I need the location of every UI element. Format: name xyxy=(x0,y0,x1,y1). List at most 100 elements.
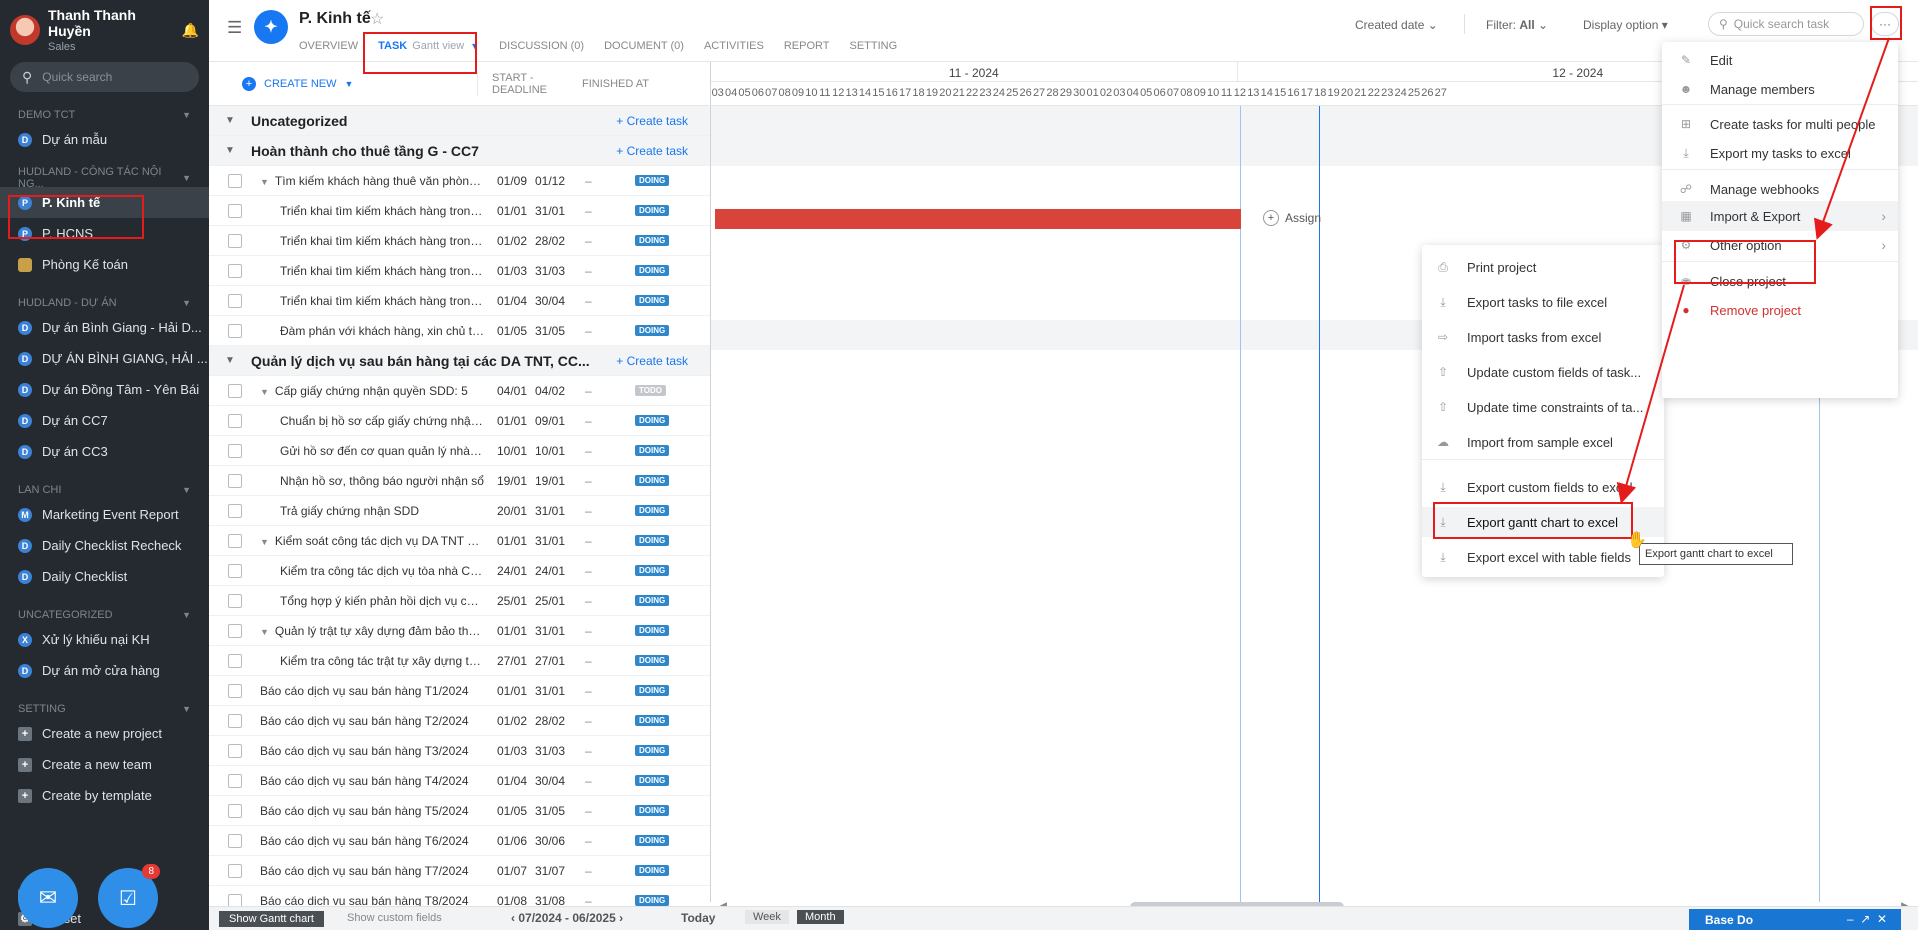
user-profile[interactable]: Thanh Thanh Huyền Sales 🔔 xyxy=(0,0,209,53)
sidebar-group-header[interactable]: SETTING ▼ xyxy=(0,700,209,718)
task-name[interactable]: Nhận hồ sơ, thông báo người nhận sổ xyxy=(260,474,485,488)
task-row[interactable]: Báo cáo dịch vụ sau bán hàng T7/2024 01/0… xyxy=(209,856,710,886)
menu-item[interactable]: ☻ Manage members xyxy=(1662,74,1898,104)
task-row[interactable]: ▼ Tìm kiếm khách hàng thuê văn phòng tại.… xyxy=(209,166,710,196)
task-row[interactable]: Chuẩn bị hồ sơ cấp giấy chứng nhận ... 01… xyxy=(209,406,710,436)
task-checkbox[interactable] xyxy=(228,443,242,458)
task-checkbox[interactable] xyxy=(228,653,242,668)
caret-down-icon[interactable]: ▼ xyxy=(225,355,239,366)
task-row[interactable]: Báo cáo dịch vụ sau bán hàng T5/2024 01/0… xyxy=(209,796,710,826)
task-checkbox[interactable] xyxy=(228,383,242,398)
status-badge[interactable]: DOING xyxy=(635,565,670,576)
task-row[interactable]: Kiểm tra công tác dịch vụ tòa nhà CC7 24/… xyxy=(209,556,710,586)
expand-icon[interactable]: ↗ xyxy=(1860,912,1870,926)
status-badge[interactable]: DOING xyxy=(635,775,670,786)
task-name[interactable]: Triển khai tìm kiếm khách hàng trong... xyxy=(260,234,485,248)
sidebar-item[interactable]: D Dự án mẫu xyxy=(0,124,209,155)
task-name[interactable]: Kiểm tra công tác trật tự xây dựng tạ... xyxy=(260,654,485,668)
task-name[interactable]: Triển khai tìm kiếm khách hàng trong... xyxy=(260,264,485,278)
status-badge[interactable]: DOING xyxy=(635,295,670,306)
task-checkbox[interactable] xyxy=(228,833,242,848)
task-name[interactable]: Báo cáo dịch vụ sau bán hàng T2/2024 xyxy=(260,714,485,728)
sidebar-item[interactable]: D DỰ ÁN BÌNH GIANG, HẢI ... xyxy=(0,343,209,374)
sidebar-group-header[interactable]: LAN CHI ▼ xyxy=(0,481,209,499)
task-name[interactable]: Trả giấy chứng nhận SDD xyxy=(260,504,485,518)
task-row[interactable]: ▼ Cấp giấy chứng nhận quyền SDD: 5 04/01 04… xyxy=(209,376,710,406)
sidebar-group-header[interactable]: UNCATEGORIZED ▼ xyxy=(0,606,209,624)
task-name[interactable]: ▼ Cấp giấy chứng nhận quyền SDD: 5 xyxy=(260,384,485,398)
star-icon[interactable]: ☆ xyxy=(370,9,384,29)
caret-down-icon[interactable]: ▼ xyxy=(182,173,191,183)
task-checkbox[interactable] xyxy=(228,773,242,788)
chat-panel-header[interactable]: Base Do – ↗ ✕ xyxy=(1689,909,1901,930)
task-name[interactable]: Đàm phán với khách hàng, xin chủ tr... xyxy=(260,324,485,338)
task-row[interactable]: Tổng hợp ý kiến phản hồi dịch vụ của... 2… xyxy=(209,586,710,616)
task-checkbox[interactable] xyxy=(228,293,242,308)
display-option-dropdown[interactable]: Display option ▾ xyxy=(1583,18,1668,32)
window-controls[interactable]: – ↗ ✕ xyxy=(1847,912,1887,926)
submenu-item[interactable]: ⤓ Export custom fields to excel xyxy=(1422,472,1664,502)
task-row[interactable]: ▼ Kiểm soát công tác dịch vụ DA TNT CC7 01… xyxy=(209,526,710,556)
task-name[interactable]: ▼ Quản lý trật tự xây dựng đảm bảo thực h… xyxy=(260,624,485,638)
bell-icon[interactable]: 🔔 xyxy=(182,22,199,39)
tab-overview[interactable]: OVERVIEW xyxy=(299,40,358,52)
sidebar-item[interactable]: D Dự án Bình Giang - Hải D... xyxy=(0,312,209,343)
task-checkbox[interactable] xyxy=(228,233,242,248)
sidebar-item[interactable]: D Daily Checklist xyxy=(0,561,209,592)
caret-down-icon[interactable]: ▼ xyxy=(182,110,191,120)
menu-icon[interactable]: ☰ xyxy=(227,18,242,38)
menu-item[interactable]: ✎ Edit xyxy=(1662,45,1898,75)
status-badge[interactable]: DOING xyxy=(635,715,670,726)
task-row[interactable]: ▼ Quản lý trật tự xây dựng đảm bảo thực h… xyxy=(209,616,710,646)
task-checkbox[interactable] xyxy=(228,173,242,188)
task-checkbox[interactable] xyxy=(228,203,242,218)
caret-down-icon[interactable]: ▼ xyxy=(225,115,239,126)
task-row[interactable]: Báo cáo dịch vụ sau bán hàng T1/2024 01/0… xyxy=(209,676,710,706)
task-checkbox[interactable] xyxy=(228,863,242,878)
status-badge[interactable]: DOING xyxy=(635,205,670,216)
sidebar-item[interactable]: X Xử lý khiếu nại KH xyxy=(0,624,209,655)
tab-document[interactable]: DOCUMENT (0) xyxy=(604,40,684,52)
task-name[interactable]: Triển khai tìm kiếm khách hàng trong... xyxy=(260,294,485,308)
chevron-left-icon[interactable]: ‹ xyxy=(511,911,515,925)
status-badge[interactable]: DOING xyxy=(635,175,670,186)
menu-item[interactable]: ▦ Import & Export › xyxy=(1662,201,1898,231)
task-checkbox[interactable] xyxy=(228,413,242,428)
caret-down-icon[interactable]: ▼ xyxy=(260,177,269,187)
submenu-item[interactable]: ⇧ Update time constraints of ta... xyxy=(1422,392,1664,422)
create-task-link[interactable]: + Create task xyxy=(616,144,688,158)
task-name[interactable]: Tổng hợp ý kiến phản hồi dịch vụ của... xyxy=(260,594,485,608)
task-name[interactable]: Báo cáo dịch vụ sau bán hàng T1/2024 xyxy=(260,684,485,698)
status-badge[interactable]: DOING xyxy=(635,595,670,606)
sidebar-item[interactable]: + Create a new project xyxy=(0,718,209,749)
task-name[interactable]: Gửi hồ sơ đến cơ quan quản lý nhà n... xyxy=(260,444,485,458)
task-checkbox[interactable] xyxy=(228,683,242,698)
status-badge[interactable]: DOING xyxy=(635,805,670,816)
today-button[interactable]: Today xyxy=(681,911,715,925)
gantt-bar[interactable] xyxy=(715,209,1241,229)
task-row[interactable]: Đàm phán với khách hàng, xin chủ tr... 01… xyxy=(209,316,710,346)
submenu-item[interactable]: ☁ Import from sample excel xyxy=(1422,427,1664,457)
status-badge[interactable]: DOING xyxy=(635,325,670,336)
sidebar-group-header[interactable]: HUDLAND - CÔNG TÁC NỘI NG... ▼ xyxy=(0,166,209,190)
menu-item[interactable]: ● Remove project xyxy=(1662,295,1898,325)
minimize-icon[interactable]: – xyxy=(1847,912,1854,926)
task-checkbox[interactable] xyxy=(228,593,242,608)
sidebar-item[interactable]: Phòng Kế toán xyxy=(0,249,209,280)
show-gantt-button[interactable]: Show Gantt chart xyxy=(219,911,324,927)
task-name[interactable]: Báo cáo dịch vụ sau bán hàng T3/2024 xyxy=(260,744,485,758)
sidebar-group-header[interactable]: DEMO TCT ▼ xyxy=(0,106,209,124)
task-row[interactable]: Báo cáo dịch vụ sau bán hàng T4/2024 01/0… xyxy=(209,766,710,796)
create-task-link[interactable]: + Create task xyxy=(616,354,688,368)
sidebar-item[interactable]: D Dự án CC7 xyxy=(0,405,209,436)
submenu-item[interactable]: ⤓ Export tasks to file excel xyxy=(1422,287,1664,317)
task-name[interactable]: ▼ Tìm kiếm khách hàng thuê văn phòng tại.… xyxy=(260,174,485,188)
task-name[interactable]: Báo cáo dịch vụ sau bán hàng T7/2024 xyxy=(260,864,485,878)
week-button[interactable]: Week xyxy=(745,910,789,924)
caret-down-icon[interactable]: ▼ xyxy=(260,387,269,397)
task-row[interactable]: Báo cáo dịch vụ sau bán hàng T2/2024 01/0… xyxy=(209,706,710,736)
submenu-item[interactable]: ⇧ Update custom fields of task... xyxy=(1422,357,1664,387)
status-badge[interactable]: DOING xyxy=(635,505,670,516)
task-name[interactable]: ▼ Kiểm soát công tác dịch vụ DA TNT CC7 xyxy=(260,534,485,548)
status-badge[interactable]: DOING xyxy=(635,415,670,426)
